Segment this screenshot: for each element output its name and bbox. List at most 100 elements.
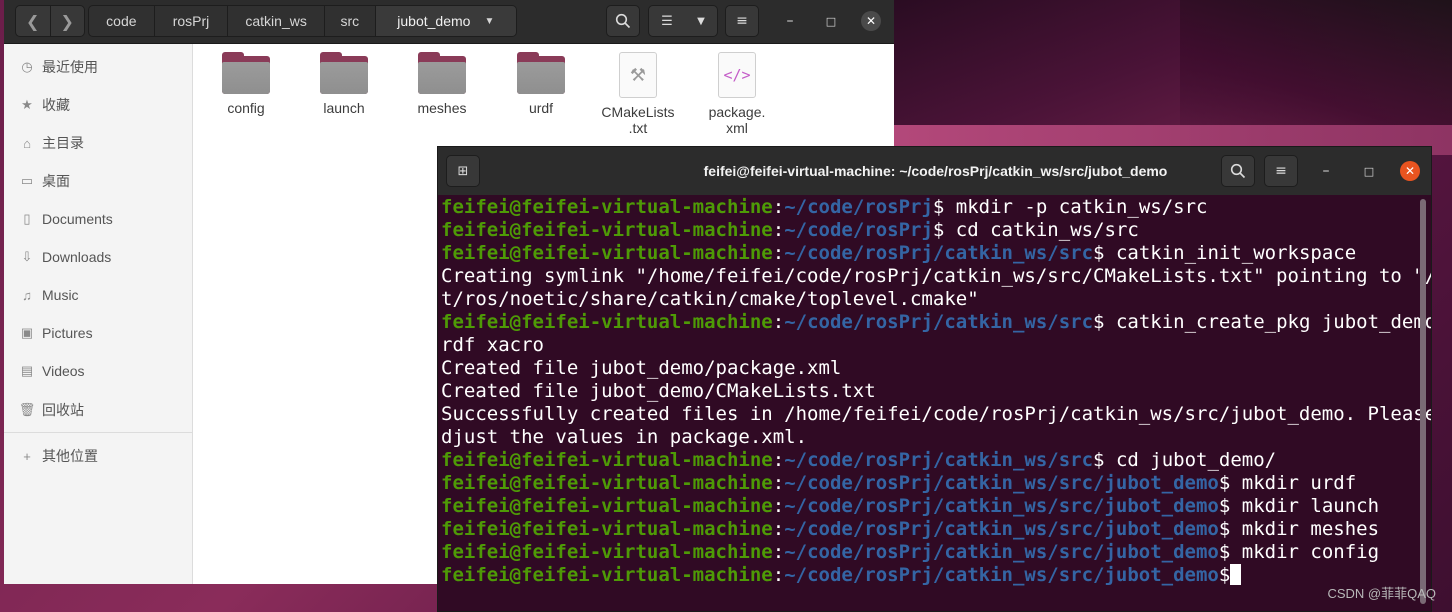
terminal-headerbar: feifei@feifei-virtual-machine: ~/code/ro… xyxy=(438,147,1431,195)
chevron-left-icon: ❮ xyxy=(26,11,40,31)
maximize-button[interactable]: □ xyxy=(821,11,841,31)
folder-launch[interactable]: launch xyxy=(299,52,389,116)
sidebar-item-label: 其他位置 xyxy=(42,448,98,464)
xml-file-icon: </> xyxy=(718,52,756,98)
text-file-icon: ⚒ xyxy=(619,52,657,98)
close-button[interactable]: ✕ xyxy=(861,11,881,31)
prompt-dollar: $ xyxy=(1093,311,1105,333)
breadcrumb-rosprj[interactable]: rosPrj xyxy=(155,6,229,36)
navigation-buttons: ❮ ❯ xyxy=(15,5,85,37)
terminal-close-button[interactable]: ✕ xyxy=(1400,161,1420,181)
watermark: CSDN @菲菲QAQ xyxy=(1327,586,1436,601)
prompt-user: feifei@feifei-virtual-machine xyxy=(441,242,773,264)
sidebar-item-music[interactable]: ♫ Music xyxy=(4,276,193,314)
sidebar-item-desktop[interactable]: ▭ 桌面 xyxy=(4,162,193,200)
sidebar-item-label: Music xyxy=(42,287,79,303)
minimize-button[interactable]: – xyxy=(780,11,800,31)
maximize-icon: □ xyxy=(1363,164,1375,178)
terminal-scrollbar[interactable] xyxy=(1420,199,1426,604)
prompt-dollar: $ xyxy=(1218,518,1231,540)
prompt-path: ~/code/rosPrj/catkin_ws/src xyxy=(784,311,1094,333)
prompt-separator: : xyxy=(772,311,785,333)
menu-button[interactable]: ≡ xyxy=(725,5,759,37)
sidebar-item-label: 最近使用 xyxy=(42,59,98,75)
prompt-separator: : xyxy=(772,564,785,586)
command-text: mkdir launch xyxy=(1230,495,1380,517)
folder-config[interactable]: config xyxy=(201,52,291,116)
list-view-icon[interactable]: ☰ xyxy=(661,14,673,29)
folder-urdf[interactable]: urdf xyxy=(496,52,586,116)
home-icon: ⌂ xyxy=(23,135,31,151)
terminal-prompt-line: feifei@feifei-virtual-machine:~/code/ros… xyxy=(441,242,1421,265)
sidebar-item-pictures[interactable]: ▣ Pictures xyxy=(4,314,193,352)
videos-icon: ▤ xyxy=(20,363,34,378)
breadcrumb-catkin-ws[interactable]: catkin_ws xyxy=(228,6,325,36)
new-tab-button[interactable]: ⊞ xyxy=(446,155,480,187)
sidebar-item-trash[interactable]: 🗑 回收站 xyxy=(4,391,193,429)
prompt-dollar: $ xyxy=(932,219,945,241)
prompt-user: feifei@feifei-virtual-machine xyxy=(441,518,773,540)
file-cmakelists[interactable]: ⚒ CMakeLists .txt xyxy=(593,52,683,136)
prompt-user: feifei@feifei-virtual-machine xyxy=(441,564,773,586)
sidebar-item-label: Pictures xyxy=(42,325,93,341)
terminal-prompt-line: feifei@feifei-virtual-machine:~/code/ros… xyxy=(441,541,1421,564)
command-text: mkdir -p catkin_ws/src xyxy=(944,196,1208,218)
terminal-output[interactable]: feifei@feifei-virtual-machine:~/code/ros… xyxy=(441,195,1432,611)
folder-icon xyxy=(517,52,565,94)
terminal-window: feifei@feifei-virtual-machine: ~/code/ro… xyxy=(437,146,1432,612)
command-text: cd jubot_demo/ xyxy=(1104,449,1277,471)
file-name-line1: CMakeLists xyxy=(601,104,675,120)
forward-button[interactable]: ❯ xyxy=(49,6,85,36)
command-text: mkdir urdf xyxy=(1230,472,1357,494)
file-name: meshes xyxy=(417,100,467,116)
breadcrumb-src[interactable]: src xyxy=(325,6,376,36)
prompt-dollar: $ xyxy=(1093,449,1105,471)
folder-icon xyxy=(418,52,466,94)
chevron-down-icon[interactable]: ▼ xyxy=(697,16,705,27)
terminal-search-button[interactable] xyxy=(1221,155,1255,187)
sidebar-item-recent[interactable]: ◷ 最近使用 xyxy=(4,48,193,86)
sidebar-item-documents[interactable]: ▯ Documents xyxy=(4,200,193,238)
places-sidebar: ◷ 最近使用 ★ 收藏 ⌂ 主目录 ▭ 桌面 ▯ Documents ⇩ Downloads… xyxy=(4,44,193,584)
terminal-menu-button[interactable]: ≡ xyxy=(1264,155,1298,187)
caret-down-icon: ▼ xyxy=(484,15,495,27)
chevron-right-icon: ❯ xyxy=(60,11,74,31)
sidebar-divider xyxy=(4,432,193,433)
command-text: mkdir meshes xyxy=(1230,518,1380,540)
sidebar-item-other-locations[interactable]: + 其他位置 xyxy=(4,437,193,475)
file-package-xml[interactable]: </> package. xml xyxy=(692,52,782,136)
prompt-separator: : xyxy=(772,242,785,264)
search-button[interactable] xyxy=(606,5,640,37)
view-options-group[interactable]: ☰ ▼ xyxy=(648,5,718,37)
sidebar-item-label: Documents xyxy=(42,211,113,227)
sidebar-item-videos[interactable]: ▤ Videos xyxy=(4,352,193,390)
minimize-icon: – xyxy=(1322,163,1330,179)
file-manager-headerbar: ❮ ❯ code rosPrj catkin_ws src jubot_demo… xyxy=(4,0,894,44)
folder-meshes[interactable]: meshes xyxy=(397,52,487,116)
file-name: urdf xyxy=(528,100,554,116)
prompt-dollar: $ xyxy=(1218,472,1231,494)
sidebar-item-downloads[interactable]: ⇩ Downloads xyxy=(4,238,193,276)
terminal-output-line: Successfully created files in /home/feif… xyxy=(441,403,1432,425)
star-icon: ★ xyxy=(21,97,33,112)
sidebar-item-home[interactable]: ⌂ 主目录 xyxy=(4,124,193,162)
sidebar-item-starred[interactable]: ★ 收藏 xyxy=(4,86,193,124)
prompt-path: ~/code/rosPrj/catkin_ws/src/jubot_demo xyxy=(784,518,1219,540)
terminal-maximize-button[interactable]: □ xyxy=(1359,161,1379,181)
prompt-user: feifei@feifei-virtual-machine xyxy=(441,449,773,471)
prompt-path: ~/code/rosPrj/catkin_ws/src xyxy=(784,242,1094,264)
download-icon: ⇩ xyxy=(21,249,33,264)
terminal-prompt-line: feifei@feifei-virtual-machine:~/code/ros… xyxy=(441,564,1421,587)
prompt-path: ~/code/rosPrj/catkin_ws/src xyxy=(784,449,1094,471)
back-button[interactable]: ❮ xyxy=(16,6,50,36)
command-text: catkin_create_pkg jubot_demo u xyxy=(1104,311,1432,333)
breadcrumb-code[interactable]: code xyxy=(89,6,155,36)
music-icon: ♫ xyxy=(22,287,32,303)
terminal-prompt-line: feifei@feifei-virtual-machine:~/code/ros… xyxy=(441,518,1421,541)
maximize-icon: □ xyxy=(825,14,837,28)
terminal-minimize-button[interactable]: – xyxy=(1316,161,1336,181)
search-icon xyxy=(615,13,631,29)
breadcrumb-jubot-demo[interactable]: jubot_demo ▼ xyxy=(375,6,516,36)
hamburger-icon: ≡ xyxy=(736,13,748,29)
pictures-icon: ▣ xyxy=(20,325,34,340)
